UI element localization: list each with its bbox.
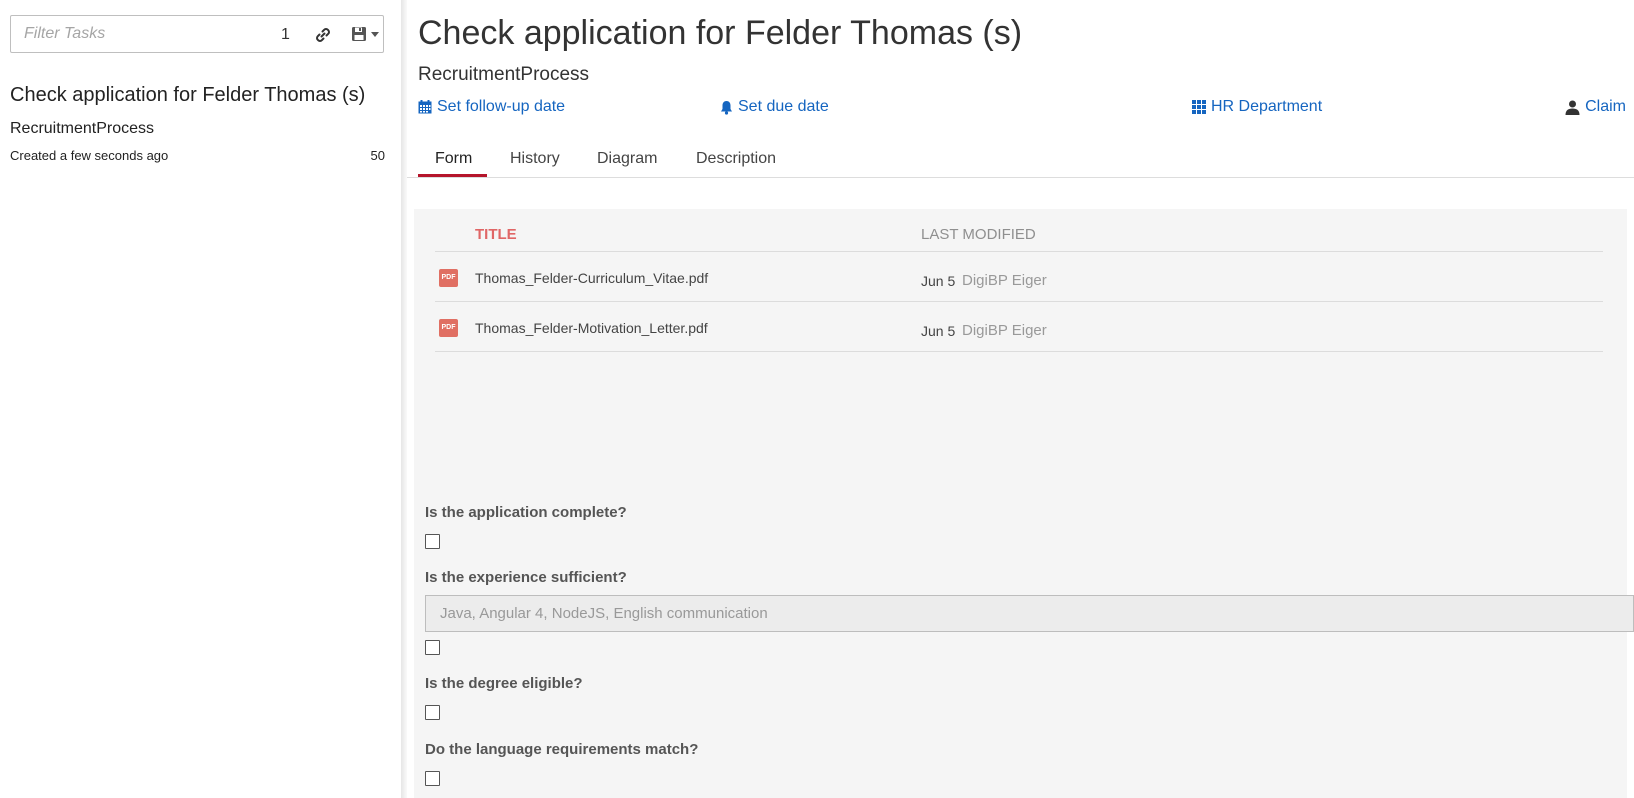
document-name[interactable]: Thomas_Felder-Motivation_Letter.pdf (475, 320, 708, 336)
due-date-label: Set due date (738, 98, 829, 115)
experience-sufficient-label: Is the experience sufficient? (425, 569, 627, 586)
degree-eligible-checkbox[interactable] (425, 705, 440, 720)
task-form: TITLE LAST MODIFIED PDF Thomas_Felder-Cu… (414, 209, 1634, 798)
table-row[interactable]: PDF Thomas_Felder-Motivation_Letter.pdf … (435, 302, 1603, 352)
tab-diagram[interactable]: Diagram (597, 150, 657, 168)
user-icon (1565, 100, 1580, 115)
pdf-icon: PDF (439, 319, 458, 337)
experience-field[interactable]: Java, Angular 4, NodeJS, English communi… (425, 595, 1634, 632)
document-user: DigiBP Eiger (962, 322, 1047, 339)
table-row[interactable]: PDF Thomas_Felder-Curriculum_Vitae.pdf J… (435, 252, 1603, 302)
follow-up-label: Set follow-up date (437, 98, 566, 115)
document-user: DigiBP Eiger (962, 272, 1047, 289)
tab-history[interactable]: History (510, 150, 560, 168)
filter-count: 1 (281, 26, 290, 43)
task-list-item[interactable]: Check application for Felder Thomas (s) … (10, 80, 385, 170)
caret-down-icon[interactable] (371, 32, 379, 37)
bell-icon (721, 100, 732, 115)
task-detail-panel: Check application for Felder Thomas (s) … (407, 0, 1634, 798)
task-item-created: Created a few seconds ago (10, 148, 169, 163)
application-complete-checkbox[interactable] (425, 534, 440, 549)
task-item-title: Check application for Felder Thomas (s) (10, 84, 366, 106)
set-follow-up-date-link[interactable]: Set follow-up date (418, 98, 565, 116)
column-header-last-modified[interactable]: LAST MODIFIED (921, 226, 1036, 243)
document-name[interactable]: Thomas_Felder-Curriculum_Vitae.pdf (475, 270, 708, 286)
task-process-name: RecruitmentProcess (418, 64, 590, 85)
calendar-icon (418, 100, 432, 114)
application-complete-label: Is the application complete? (425, 504, 627, 521)
task-list-panel: 1 Check application for Felder Thomas (s… (0, 0, 401, 798)
set-due-date-link[interactable]: Set due date (720, 98, 829, 116)
document-date: Jun 5 (921, 323, 956, 339)
task-item-process: RecruitmentProcess (10, 120, 155, 137)
tab-form[interactable]: Form (435, 150, 472, 168)
language-requirements-checkbox[interactable] (425, 771, 440, 786)
degree-eligible-label: Is the degree eligible? (425, 675, 583, 692)
active-tab-indicator (418, 174, 487, 177)
language-requirements-label: Do the language requirements match? (425, 741, 699, 758)
document-date: Jun 5 (921, 273, 956, 289)
pdf-icon: PDF (439, 269, 458, 287)
candidate-group-link[interactable]: HR Department (1192, 98, 1322, 116)
task-title: Check application for Felder Thomas (s) (418, 14, 1023, 52)
claim-label: Claim (1585, 98, 1626, 115)
group-label: HR Department (1211, 98, 1323, 115)
filter-bar: 1 (10, 15, 384, 53)
filter-tasks-input[interactable] (24, 16, 264, 52)
tasklist-app: 1 Check application for Felder Thomas (s… (0, 0, 1634, 798)
task-item-priority: 50 (370, 148, 385, 163)
tab-description[interactable]: Description (696, 150, 776, 168)
task-tabs: Form History Diagram Description (407, 140, 1634, 178)
link-icon[interactable] (314, 26, 332, 44)
grid-icon (1192, 100, 1206, 114)
experience-sufficient-checkbox[interactable] (425, 640, 440, 655)
save-icon[interactable] (351, 26, 367, 42)
claim-link[interactable]: Claim (1565, 98, 1626, 116)
column-header-title[interactable]: TITLE (475, 226, 517, 243)
